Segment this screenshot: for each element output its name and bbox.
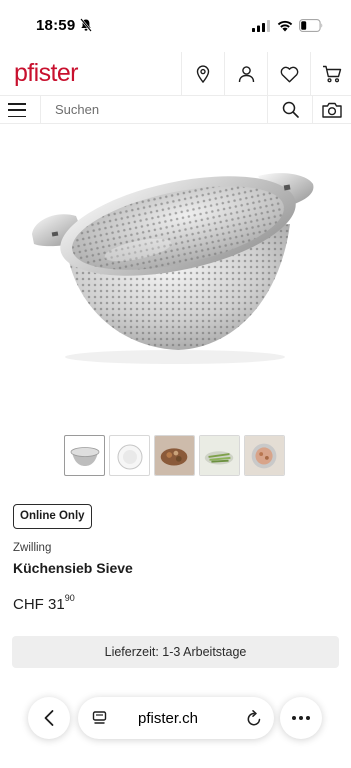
reload-icon[interactable] [246,709,262,727]
product-title: Küchensieb Sieve [13,560,133,576]
cellular-signal-icon [252,20,270,32]
url-text: pfister.ch [138,710,199,727]
search-bar [0,96,351,124]
status-bar: 18:59 [0,0,351,52]
menu-button[interactable] [8,100,30,120]
wishlist-button[interactable] [268,52,310,96]
location-pin-icon [196,65,210,83]
thumbnail-image [70,446,99,466]
thumbnail[interactable] [244,435,285,476]
online-only-badge: Online Only [13,504,92,529]
site-header: pfister [0,52,351,96]
search-input[interactable] [40,96,268,123]
cart-button[interactable] [311,52,351,96]
thumbnail[interactable] [154,435,195,476]
delivery-time-info: Lieferzeit: 1-3 Arbeitstage [12,636,339,668]
hamburger-line [8,115,26,117]
account-button[interactable] [225,52,267,96]
dot [306,716,310,720]
product-image [32,173,314,364]
hamburger-line [8,103,26,105]
address-bar[interactable]: pfister.ch [78,697,274,739]
thumbnail[interactable] [109,435,150,476]
thumbnail-image [117,444,142,469]
shopping-cart-icon [323,65,342,83]
thumbnail-strip [64,435,285,476]
product-price: CHF 3190 [13,593,75,613]
thumbnail-image [155,436,194,475]
thumbnail-image [200,436,239,475]
browser-back-button[interactable] [28,697,70,739]
thumbnail-image [245,436,284,475]
thumbnail[interactable] [199,435,240,476]
hamburger-line [8,109,26,111]
price-main: CHF 31 [13,596,65,613]
search-button[interactable] [272,96,308,123]
search-icon [282,101,299,118]
status-time: 18:59 [36,17,76,34]
pfister-logo[interactable]: pfister [14,59,78,88]
dot [299,716,303,720]
more-options-button[interactable] [280,697,322,739]
product-brand[interactable]: Zwilling [13,542,51,554]
bell-off-icon [80,18,92,32]
heart-icon [280,66,298,82]
camera-icon [321,102,342,118]
user-icon [238,66,254,83]
tab-overview-icon [92,711,107,724]
dot [292,716,296,720]
thumbnail[interactable] [64,435,105,476]
store-locator-button[interactable] [182,52,224,96]
wifi-icon [277,20,293,32]
chevron-left-icon [44,710,54,726]
price-cents: 90 [64,593,75,603]
battery-icon [299,19,323,32]
camera-search-button[interactable] [312,96,350,123]
